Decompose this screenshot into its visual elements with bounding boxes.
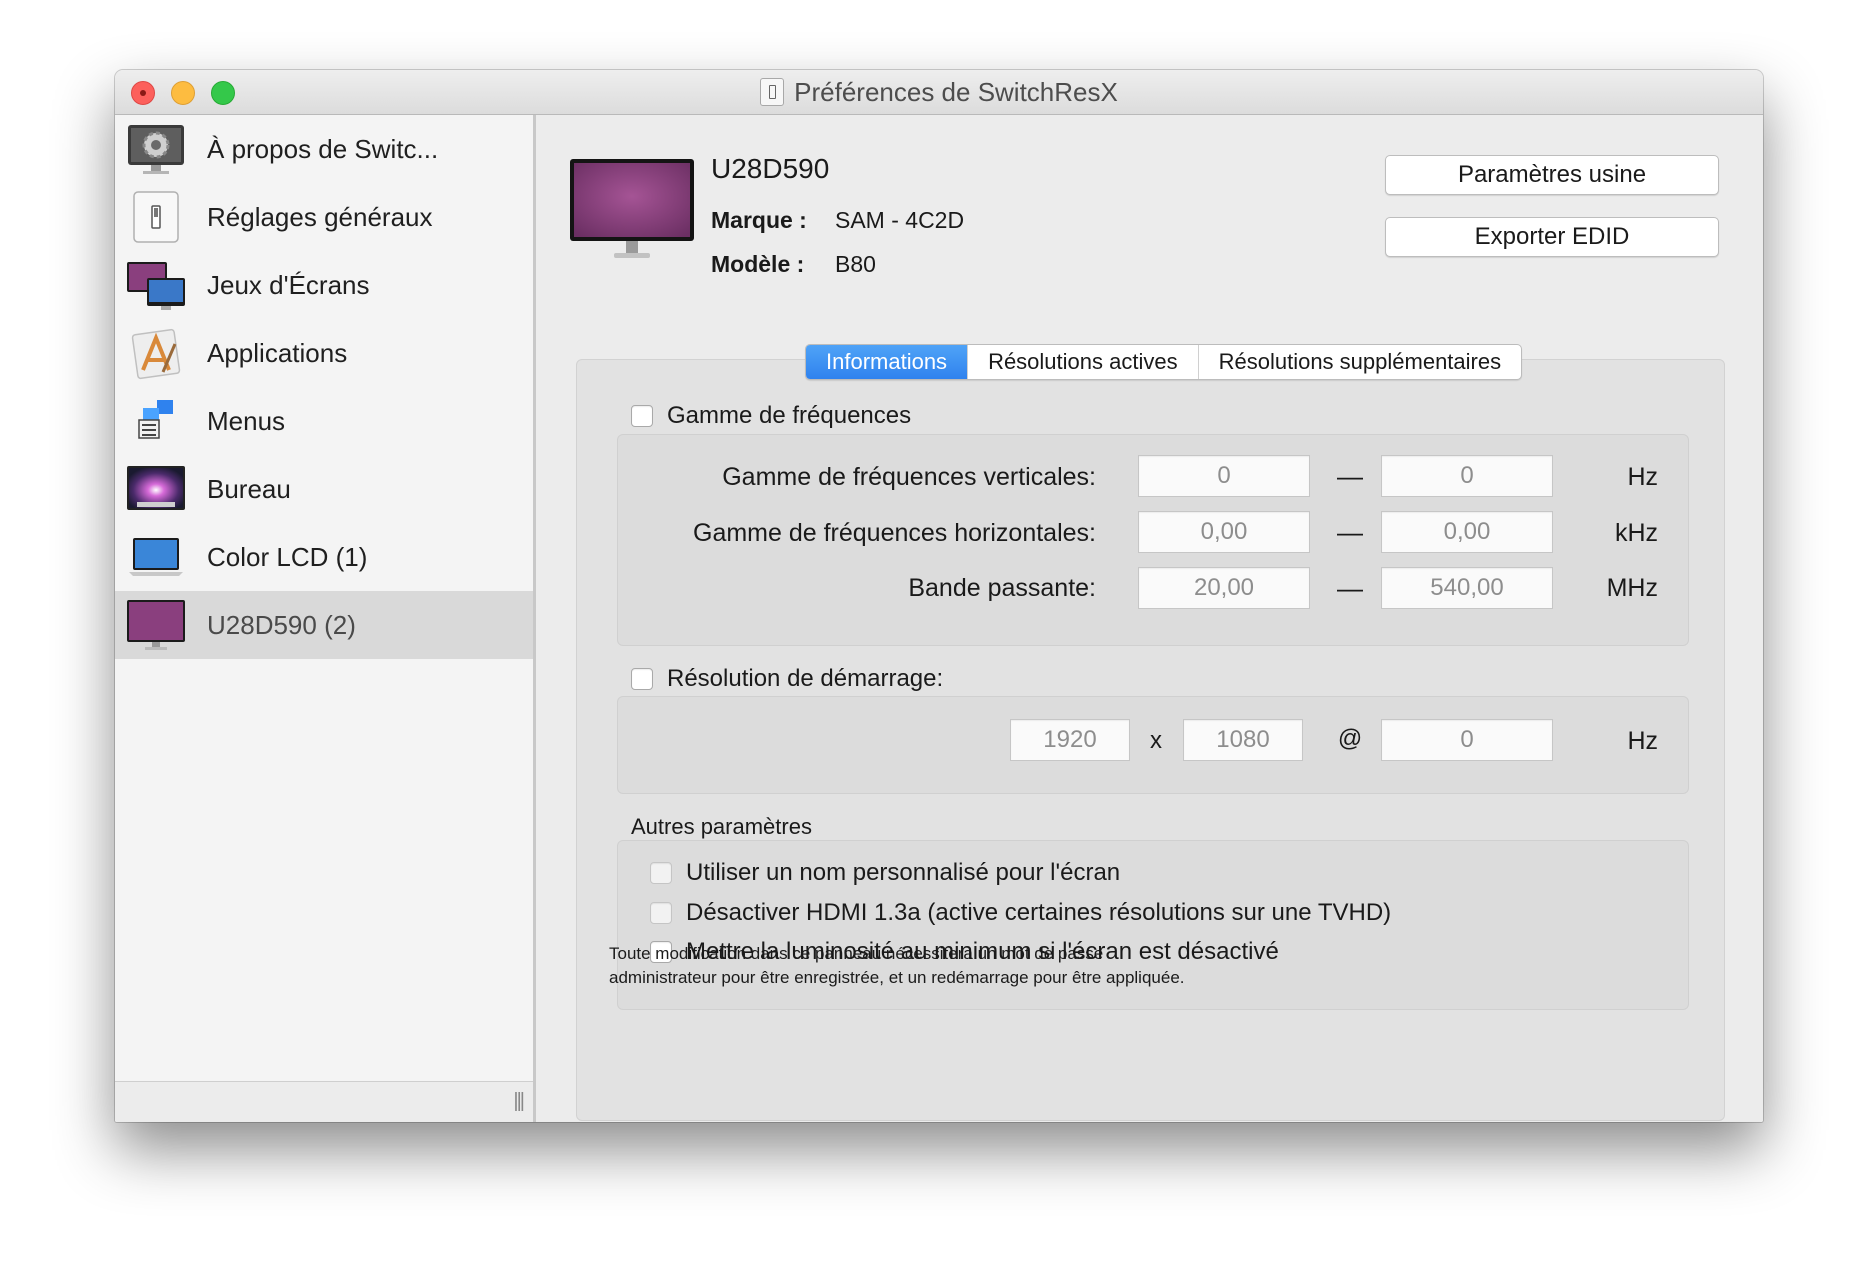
sidebar-item-label: Réglages généraux	[207, 201, 433, 232]
custom-name-label: Utiliser un nom personnalisé pour l'écra…	[686, 859, 1121, 886]
main-panel: U28D590 Marque : SAM - 4C2D Modèle : B80 P…	[536, 115, 1763, 1122]
gear-icon	[128, 125, 184, 174]
disable-hdmi-label: Désactiver HDMI 1.3a (active certaines r…	[686, 899, 1392, 926]
sidebar-item-u28d590[interactable]: U28D590 (2)	[115, 591, 533, 659]
sidebar-item-label: Color LCD (1)	[207, 541, 368, 572]
desktop-icon	[127, 466, 185, 510]
custom-name-option[interactable]: Utiliser un nom personnalisé pour l'écra…	[650, 859, 1120, 887]
horizontal-max-field[interactable]: 0,00	[1381, 511, 1553, 553]
title-bar[interactable]: Préférences de SwitchResX	[115, 70, 1763, 115]
tab-informations[interactable]: Informations	[806, 345, 969, 379]
frequency-range-checkbox[interactable]	[631, 405, 653, 427]
frequency-range-checkbox-row[interactable]: Gamme de fréquences	[631, 402, 911, 430]
resolution-x-separator: x	[1150, 727, 1162, 754]
sidebar-item-label: U28D590 (2)	[207, 609, 356, 640]
range-dash: —	[1337, 461, 1363, 491]
preferences-window: Préférences de SwitchResX À propos de Sw…	[115, 70, 1763, 1122]
horizontal-unit: kHz	[1614, 519, 1658, 547]
bandwidth-unit: MHz	[1606, 574, 1658, 602]
window-title: Préférences de SwitchResX	[794, 76, 1118, 107]
startup-resolution-checkbox[interactable]	[631, 668, 653, 690]
horizontal-min-field[interactable]: 0,00	[1138, 511, 1310, 553]
switchresx-app-icon	[760, 78, 785, 106]
disable-hdmi-checkbox[interactable]	[650, 902, 672, 924]
vertical-min-field[interactable]: 0	[1138, 455, 1310, 497]
factory-settings-button[interactable]: Paramètres usine	[1385, 155, 1719, 195]
window-title-group: Préférences de SwitchResX	[115, 70, 1763, 114]
sidebar-item-menus[interactable]: Menus	[115, 387, 533, 455]
laptop-display-icon	[129, 538, 183, 576]
sidebar-item-about[interactable]: À propos de Switc...	[115, 115, 533, 183]
vertical-max-field[interactable]: 0	[1381, 455, 1553, 497]
vertical-range-label: Gamme de fréquences verticales:	[722, 463, 1096, 491]
display-set-icon	[127, 262, 185, 310]
model-row: Modèle : B80	[711, 251, 876, 278]
brand-label: Marque :	[711, 207, 807, 233]
sidebar-item-general-settings[interactable]: Réglages généraux	[115, 183, 533, 251]
tab-bar: Informations Résolutions actives Résolut…	[805, 344, 1523, 380]
admin-note-line-2: administrateur pour être enregistrée, et…	[609, 968, 1185, 987]
frequency-range-label: Gamme de fréquences	[667, 402, 912, 429]
range-dash: —	[1337, 517, 1363, 547]
model-value: B80	[835, 251, 876, 277]
monitor-icon	[570, 159, 694, 258]
bandwidth-label: Bande passante:	[908, 574, 1096, 602]
sidebar-item-label: À propos de Switc...	[207, 133, 439, 164]
startup-rate-field[interactable]: 0	[1381, 719, 1553, 761]
startup-resolution-group: 1920 x 1080 @ 0 Hz	[617, 696, 1689, 794]
startup-width-field[interactable]: 1920	[1010, 719, 1130, 761]
admin-note-line-1: Toute modification dans ce panneau néces…	[609, 944, 1104, 963]
tab-extra-resolutions[interactable]: Résolutions supplémentaires	[1199, 345, 1521, 379]
bandwidth-max-field[interactable]: 540,00	[1381, 567, 1553, 609]
sidebar: À propos de Switc... Réglages généraux J…	[115, 115, 536, 1122]
bandwidth-min-field[interactable]: 20,00	[1138, 567, 1310, 609]
startup-height-field[interactable]: 1080	[1183, 719, 1303, 761]
custom-name-checkbox[interactable]	[650, 862, 672, 884]
menus-icon	[138, 400, 173, 439]
sidebar-item-desktop[interactable]: Bureau	[115, 455, 533, 523]
brand-value: SAM - 4C2D	[835, 207, 965, 233]
device-name: U28D590	[711, 153, 830, 184]
sidebar-item-label: Jeux d'Écrans	[207, 269, 370, 300]
sidebar-item-label: Menus	[207, 405, 286, 436]
frequency-group: Gamme de fréquences verticales: 0 — 0 Hz…	[617, 434, 1689, 646]
tab-active-resolutions[interactable]: Résolutions actives	[968, 345, 1199, 379]
vertical-unit: Hz	[1627, 463, 1658, 491]
admin-note: Toute modification dans ce panneau néces…	[609, 942, 1185, 990]
tab-view: Informations Résolutions actives Résolut…	[576, 344, 1725, 1121]
startup-rate-unit: Hz	[1627, 727, 1658, 755]
applications-icon	[131, 328, 181, 380]
model-label: Modèle :	[711, 251, 805, 277]
sidebar-item-color-lcd[interactable]: Color LCD (1)	[115, 523, 533, 591]
range-dash: —	[1337, 573, 1363, 603]
sidebar-item-label: Applications	[207, 337, 348, 368]
disable-hdmi-option[interactable]: Désactiver HDMI 1.3a (active certaines r…	[650, 899, 1391, 927]
refresh-at-separator: @	[1337, 725, 1363, 752]
resize-grip-icon[interactable]: |||	[513, 1090, 525, 1113]
sidebar-item-applications[interactable]: Applications	[115, 319, 533, 387]
startup-resolution-checkbox-row[interactable]: Résolution de démarrage:	[631, 665, 943, 693]
switch-icon	[133, 191, 179, 243]
horizontal-range-label: Gamme de fréquences horizontales:	[693, 519, 1096, 547]
monitor-icon	[127, 600, 185, 650]
other-settings-title: Autres paramètres	[631, 814, 812, 839]
brand-row: Marque : SAM - 4C2D	[711, 207, 964, 234]
sidebar-footer: |||	[115, 1081, 533, 1122]
sidebar-item-display-sets[interactable]: Jeux d'Écrans	[115, 251, 533, 319]
sidebar-item-label: Bureau	[207, 473, 291, 504]
startup-resolution-label: Résolution de démarrage:	[667, 665, 944, 692]
export-edid-button[interactable]: Exporter EDID	[1385, 217, 1719, 257]
